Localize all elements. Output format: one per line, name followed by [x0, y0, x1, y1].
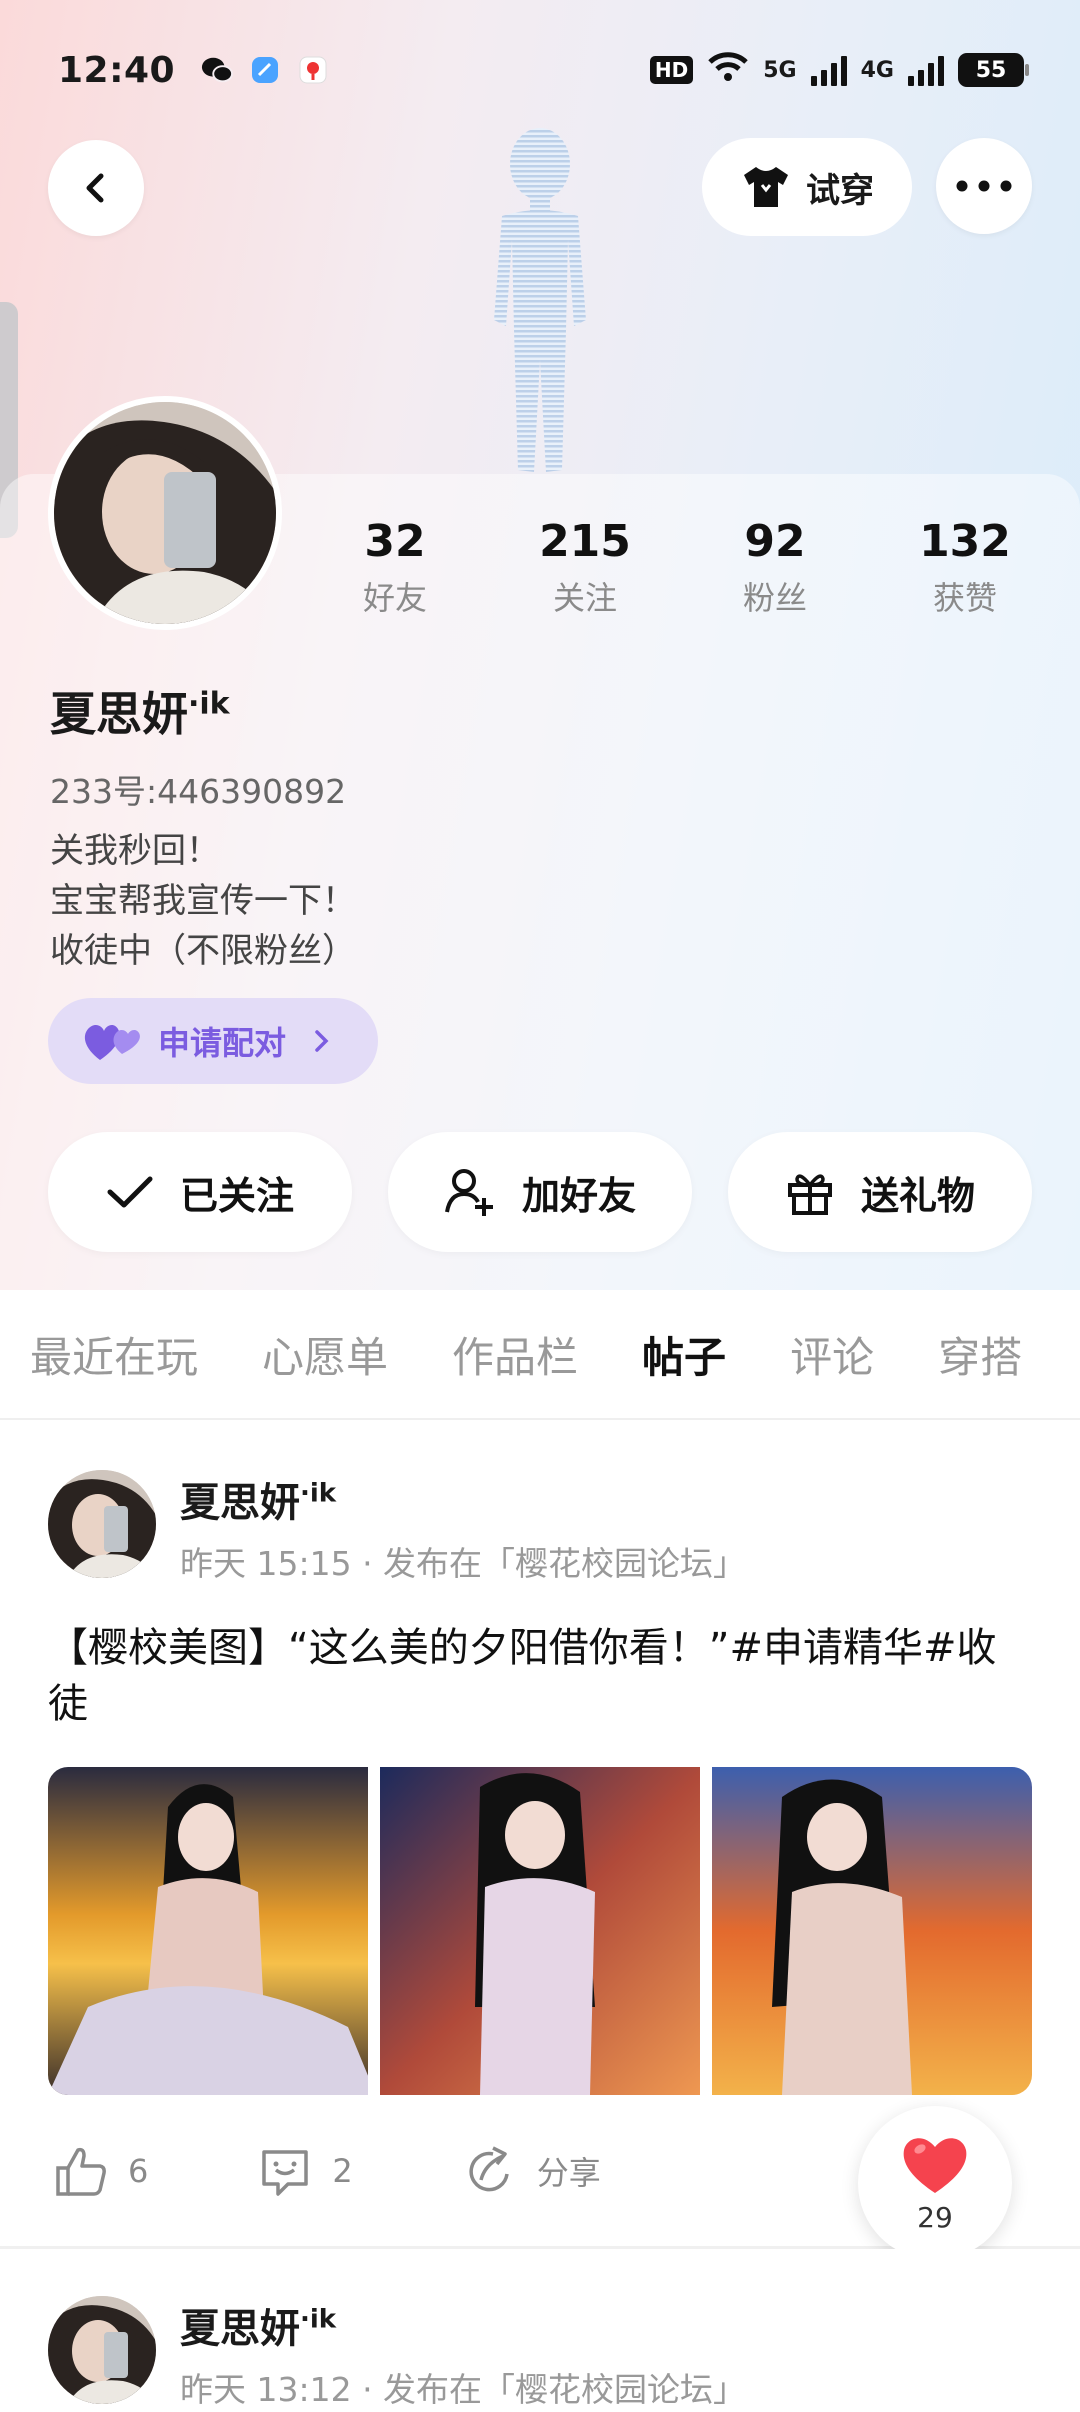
chevron-right-icon [315, 1030, 329, 1052]
try-on-label: 试穿 [806, 170, 874, 211]
stat-likes[interactable]: 132 获赞 [870, 516, 1060, 619]
post-meta: 昨天 15:15 · 发布在「樱花校园论坛」 [180, 1544, 747, 1583]
pair-label: 申请配对 [158, 1024, 287, 1062]
stat-following[interactable]: 215 关注 [490, 516, 680, 619]
status-bar: 12:40 HD 5G 4G 55 [0, 0, 1080, 140]
comment-icon [262, 2150, 309, 2196]
username-suffix: ·ik [188, 686, 230, 722]
profile-username: 夏思妍·ik [50, 678, 230, 744]
tab-outfits[interactable]: 穿搭 [938, 1324, 1056, 1385]
following-button[interactable]: 已关注 [48, 1132, 352, 1252]
stat-value: 132 [919, 516, 1011, 567]
username-text: 夏思妍 [50, 687, 188, 741]
map-app-icon [297, 54, 329, 86]
send-gift-label: 送礼物 [860, 1173, 975, 1218]
tab-recently-played[interactable]: 最近在玩 [30, 1324, 232, 1385]
back-button[interactable] [48, 140, 144, 236]
heart-icon [903, 2137, 967, 2193]
profile-bio: 关我秒回！ 宝宝帮我宣传一下！ 收徒中（不限粉丝） [50, 826, 356, 976]
more-dots-icon [956, 180, 1012, 192]
sim2-label: 4G [860, 57, 894, 83]
send-gift-button[interactable]: 送礼物 [728, 1132, 1032, 1252]
tab-posts[interactable]: 帖子 [642, 1324, 760, 1435]
thumbs-up-icon [56, 2147, 106, 2196]
stat-followers[interactable]: 92 粉丝 [680, 516, 870, 619]
hd-badge: HD [649, 56, 694, 84]
floating-like-count: 29 [917, 2200, 953, 2234]
post-like-button[interactable]: 6 [54, 2144, 148, 2198]
share-icon [469, 2146, 509, 2192]
post-image[interactable] [48, 1767, 368, 2095]
floating-like-button[interactable]: 29 [858, 2106, 1012, 2260]
wechat-icon [201, 54, 234, 86]
stat-label: 粉丝 [742, 579, 807, 617]
tab-wishlist[interactable]: 心愿单 [262, 1324, 422, 1385]
checkmark-icon [107, 1176, 153, 1208]
stat-value: 215 [539, 516, 631, 567]
post-author-name[interactable]: 夏思妍·ik [180, 1470, 336, 1528]
post-like-count: 6 [128, 2152, 149, 2190]
tab-comments[interactable]: 评论 [790, 1324, 908, 1385]
post-image-gallery [48, 1767, 1032, 2095]
post-author-text: 夏思妍 [180, 2306, 300, 2352]
profile-stats: 32 好友 215 关注 92 粉丝 132 获赞 [300, 516, 1060, 619]
gift-icon [787, 1174, 832, 1215]
bio-line: 关我秒回！ [50, 831, 220, 871]
post-image[interactable] [712, 1767, 1032, 2095]
post-share-label: 分享 [536, 2154, 601, 2192]
post-meta: 昨天 13:12 · 发布在「樱花校园论坛」 [180, 2370, 747, 2409]
profile-tabs: 最近在玩 心愿单 作品栏 帖子 评论 穿搭 [0, 1290, 1080, 1435]
post-comment-button[interactable]: 2 [258, 2144, 353, 2198]
request-pair-button[interactable]: 申请配对 [48, 998, 378, 1084]
browser-app-icon [249, 54, 281, 86]
post-share-button[interactable]: 分享 [463, 2144, 601, 2198]
stat-label: 好友 [362, 579, 427, 617]
add-user-icon [445, 1169, 493, 1216]
twin-hearts-icon [84, 1024, 140, 1060]
post-image[interactable] [380, 1767, 700, 2095]
status-app-icons [201, 54, 329, 86]
bio-line: 宝宝帮我宣传一下！ [50, 881, 356, 921]
sim1-label: 5G [763, 57, 797, 83]
post-author-suffix: ·ik [300, 2304, 337, 2335]
post-author-avatar[interactable] [48, 2296, 156, 2404]
bio-line: 收徒中（不限粉丝） [50, 931, 356, 971]
following-label: 已关注 [179, 1173, 294, 1218]
post-author-name[interactable]: 夏思妍·ik [180, 2296, 336, 2354]
battery-icon: 55 [958, 53, 1029, 87]
tab-works[interactable]: 作品栏 [452, 1324, 612, 1385]
add-friend-label: 加好友 [521, 1173, 636, 1218]
stat-value: 32 [364, 516, 426, 567]
signal-4g-icon [908, 54, 944, 86]
stat-label: 获赞 [932, 579, 997, 617]
status-time: 12:40 [58, 49, 176, 91]
stat-label: 关注 [552, 579, 617, 617]
post-text: 【樱校美图】“这么美的夕阳借你看！”#申请精华#收徒 [48, 1625, 997, 1727]
wifi-icon [707, 51, 749, 89]
tshirt-icon [744, 167, 788, 207]
hologram-avatar-figure[interactable] [440, 120, 640, 480]
profile-avatar[interactable] [48, 396, 282, 630]
add-friend-button[interactable]: 加好友 [388, 1132, 692, 1252]
signal-5g-icon [810, 54, 847, 86]
post-author-suffix: ·ik [300, 1478, 337, 1509]
stat-friends[interactable]: 32 好友 [300, 516, 490, 619]
stat-value: 92 [744, 516, 806, 567]
post-actions: 6 2 分享 [54, 2144, 711, 2198]
more-options-button[interactable] [936, 138, 1032, 234]
profile-uid: 233号:446390892 [50, 772, 347, 811]
status-indicators: HD 5G 4G 55 [649, 51, 1029, 89]
chevron-left-icon [86, 173, 104, 203]
post-author-text: 夏思妍 [180, 1480, 300, 1526]
post-author-avatar[interactable] [48, 1470, 156, 1578]
post-comment-count: 2 [332, 2152, 353, 2190]
try-on-button[interactable]: 试穿 [702, 138, 912, 236]
